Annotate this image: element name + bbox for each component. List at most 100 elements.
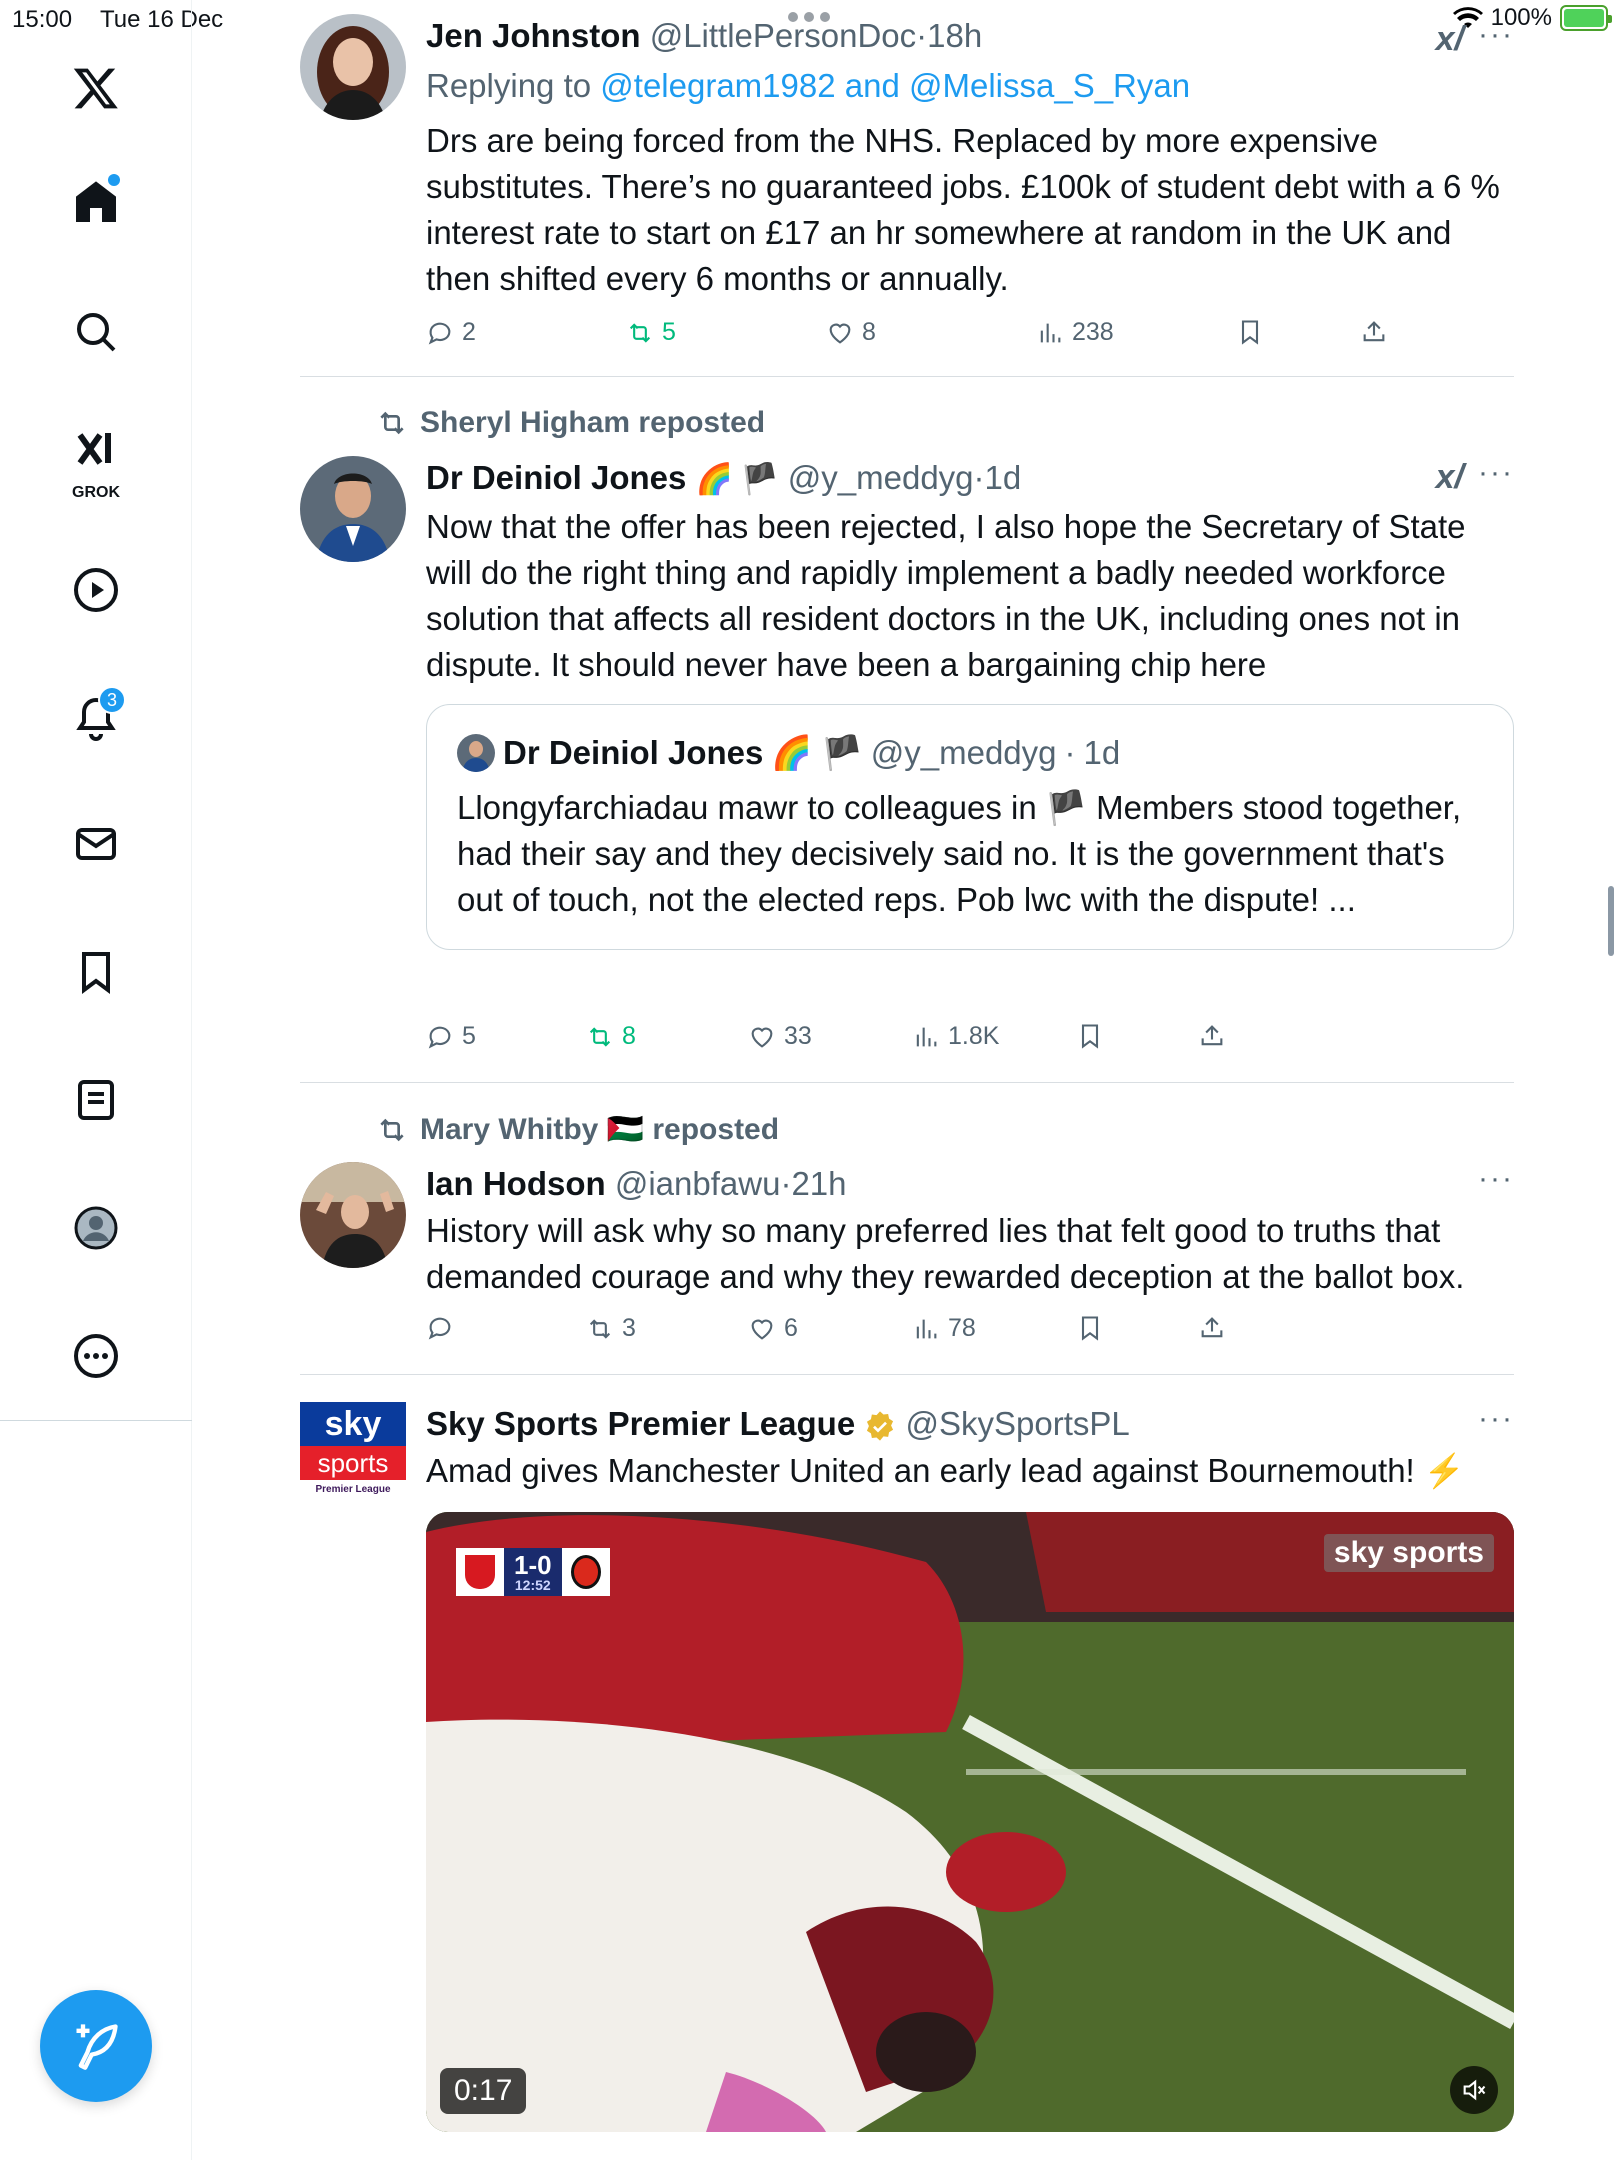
- verified-badge-icon: [867, 1411, 894, 1441]
- more-options-icon[interactable]: ···: [1478, 1402, 1514, 1436]
- sidebar-item-video[interactable]: [60, 554, 132, 626]
- sidebar-item-profile[interactable]: [60, 1192, 132, 1264]
- tweet-time[interactable]: 1d: [985, 459, 1022, 496]
- quoted-author-name: Dr Deiniol Jones: [503, 734, 764, 771]
- like-button[interactable]: 33: [748, 1022, 812, 1051]
- reply-button[interactable]: [426, 1314, 462, 1342]
- like-button[interactable]: 8: [826, 318, 876, 347]
- repost-arrows-icon: [629, 322, 651, 343]
- tweet-divider: [300, 1082, 1514, 1083]
- like-count: 6: [784, 1314, 798, 1342]
- repost-button[interactable]: 5: [626, 318, 676, 347]
- premier-league-text: Premier League: [300, 1480, 406, 1500]
- heart-icon: [751, 1027, 773, 1048]
- views-button[interactable]: 1.8K: [912, 1022, 999, 1051]
- speech-bubble-icon: [428, 1026, 451, 1048]
- x-logo-icon[interactable]: [60, 52, 132, 124]
- mute-button[interactable]: [1450, 2066, 1498, 2114]
- replying-prefix: Replying to: [426, 67, 592, 104]
- sidebar-item-lists[interactable]: [60, 1064, 132, 1136]
- tweet-header: Dr Deiniol Jones 🌈 🏴 @y_meddyg·1d: [426, 459, 1022, 496]
- author-handle[interactable]: @y_meddyg: [788, 459, 974, 496]
- sidebar-nav: GROK 3: [0, 0, 192, 2160]
- quoted-author-handle: @y_meddyg: [870, 734, 1057, 771]
- match-clock: 12:52: [514, 1577, 551, 1593]
- grok-explain-icon[interactable]: x/: [1436, 20, 1464, 59]
- tweet-time[interactable]: 18h: [927, 17, 982, 54]
- sidebar-item-notifications[interactable]: 3: [60, 682, 132, 754]
- tweet-time[interactable]: 21h: [791, 1165, 846, 1202]
- author-name[interactable]: Sky Sports Premier League: [426, 1405, 855, 1442]
- replying-to-handles[interactable]: @telegram1982 and @Melissa_S_Ryan: [600, 67, 1190, 104]
- more-options-icon[interactable]: ···: [1478, 1162, 1514, 1196]
- video-player[interactable]: 1-0 12:52 sky sports 0:17: [426, 1512, 1514, 2132]
- repost-button[interactable]: 8: [586, 1022, 636, 1051]
- tweet-text: Drs are being forced from the NHS. Repla…: [426, 122, 1500, 297]
- more-options-icon[interactable]: ···: [1478, 456, 1514, 490]
- speech-bubble-icon: [428, 1317, 451, 1340]
- tweet-text: Amad gives Manchester United an early le…: [426, 1452, 1465, 1489]
- author-name[interactable]: Ian Hodson: [426, 1165, 606, 1202]
- sidebar-item-messages[interactable]: [60, 808, 132, 880]
- share-button[interactable]: [1198, 1022, 1226, 1050]
- search-icon: [77, 313, 116, 352]
- bookmark-icon: [82, 952, 110, 994]
- bookmark-icon: [1081, 1024, 1099, 1049]
- avatar[interactable]: [300, 1162, 406, 1268]
- home-unread-dot: [108, 174, 120, 186]
- sidebar-item-grok[interactable]: GROK: [60, 420, 132, 501]
- more-circle-icon: [74, 1334, 118, 1378]
- share-upload-icon: [1201, 1317, 1223, 1338]
- views-button[interactable]: 78: [912, 1314, 976, 1343]
- author-name[interactable]: Jen Johnston: [426, 17, 641, 54]
- share-upload-icon: [1201, 1025, 1223, 1046]
- repost-context[interactable]: Sheryl Higham reposted: [376, 406, 765, 440]
- like-button[interactable]: 6: [748, 1314, 798, 1343]
- sidebar-divider: [0, 1420, 192, 1421]
- bookmark-button[interactable]: [1076, 1022, 1104, 1050]
- battery-icon: [1560, 5, 1612, 31]
- repost-context[interactable]: Mary Whitby 🇵🇸 reposted: [376, 1112, 779, 1147]
- score-text: 1-0: [514, 1550, 552, 1580]
- share-button[interactable]: [1198, 1314, 1226, 1342]
- sidebar-item-bookmarks[interactable]: [60, 936, 132, 1008]
- more-options-icon[interactable]: ···: [1478, 18, 1514, 52]
- sidebar-item-home[interactable]: [60, 166, 132, 238]
- view-count: 238: [1072, 318, 1114, 346]
- author-handle[interactable]: @LittlePersonDoc: [650, 17, 916, 54]
- compose-button[interactable]: [40, 1990, 152, 2102]
- author-name[interactable]: Dr Deiniol Jones: [426, 459, 686, 496]
- grok-label: GROK: [72, 484, 120, 501]
- reposted-by-label: Mary Whitby 🇵🇸 reposted: [420, 1113, 780, 1146]
- author-handle[interactable]: @SkySportsPL: [906, 1405, 1130, 1442]
- reply-button[interactable]: 2: [426, 318, 476, 347]
- speech-bubble-icon: [428, 322, 451, 344]
- heart-icon: [751, 1319, 773, 1340]
- bookmark-icon: [1241, 320, 1259, 345]
- avatar[interactable]: [300, 456, 406, 562]
- sidebar-item-search[interactable]: [60, 296, 132, 368]
- envelope-icon: [76, 828, 116, 860]
- like-count: 33: [784, 1022, 812, 1050]
- avatar[interactable]: sky sports Premier League: [300, 1402, 406, 1500]
- bar-chart-icon: [916, 1027, 937, 1046]
- repost-count: 5: [662, 318, 676, 346]
- notifications-badge: 3: [98, 686, 126, 714]
- quoted-tweet[interactable]: Dr Deiniol Jones 🌈 🏴 @y_meddyg · 1d Llongy…: [426, 704, 1514, 950]
- views-button[interactable]: 238: [1036, 318, 1114, 347]
- tweet-text: History will ask why so many preferred l…: [426, 1212, 1465, 1295]
- avatar[interactable]: [300, 14, 406, 120]
- repost-button[interactable]: 3: [586, 1314, 636, 1343]
- tweet-divider: [300, 1374, 1514, 1375]
- bookmark-button[interactable]: [1236, 318, 1264, 346]
- share-button[interactable]: [1360, 318, 1388, 346]
- grok-explain-icon[interactable]: x/: [1436, 458, 1464, 497]
- reply-button[interactable]: 5: [426, 1022, 476, 1051]
- author-handle[interactable]: @ianbfawu: [615, 1165, 781, 1202]
- tweet-text: Now that the offer has been rejected, I …: [426, 508, 1466, 683]
- play-icon: [74, 568, 118, 612]
- bookmark-button[interactable]: [1076, 1314, 1104, 1342]
- sidebar-item-more[interactable]: [60, 1320, 132, 1392]
- scrollbar[interactable]: [1608, 886, 1614, 956]
- repost-count: 3: [622, 1314, 636, 1342]
